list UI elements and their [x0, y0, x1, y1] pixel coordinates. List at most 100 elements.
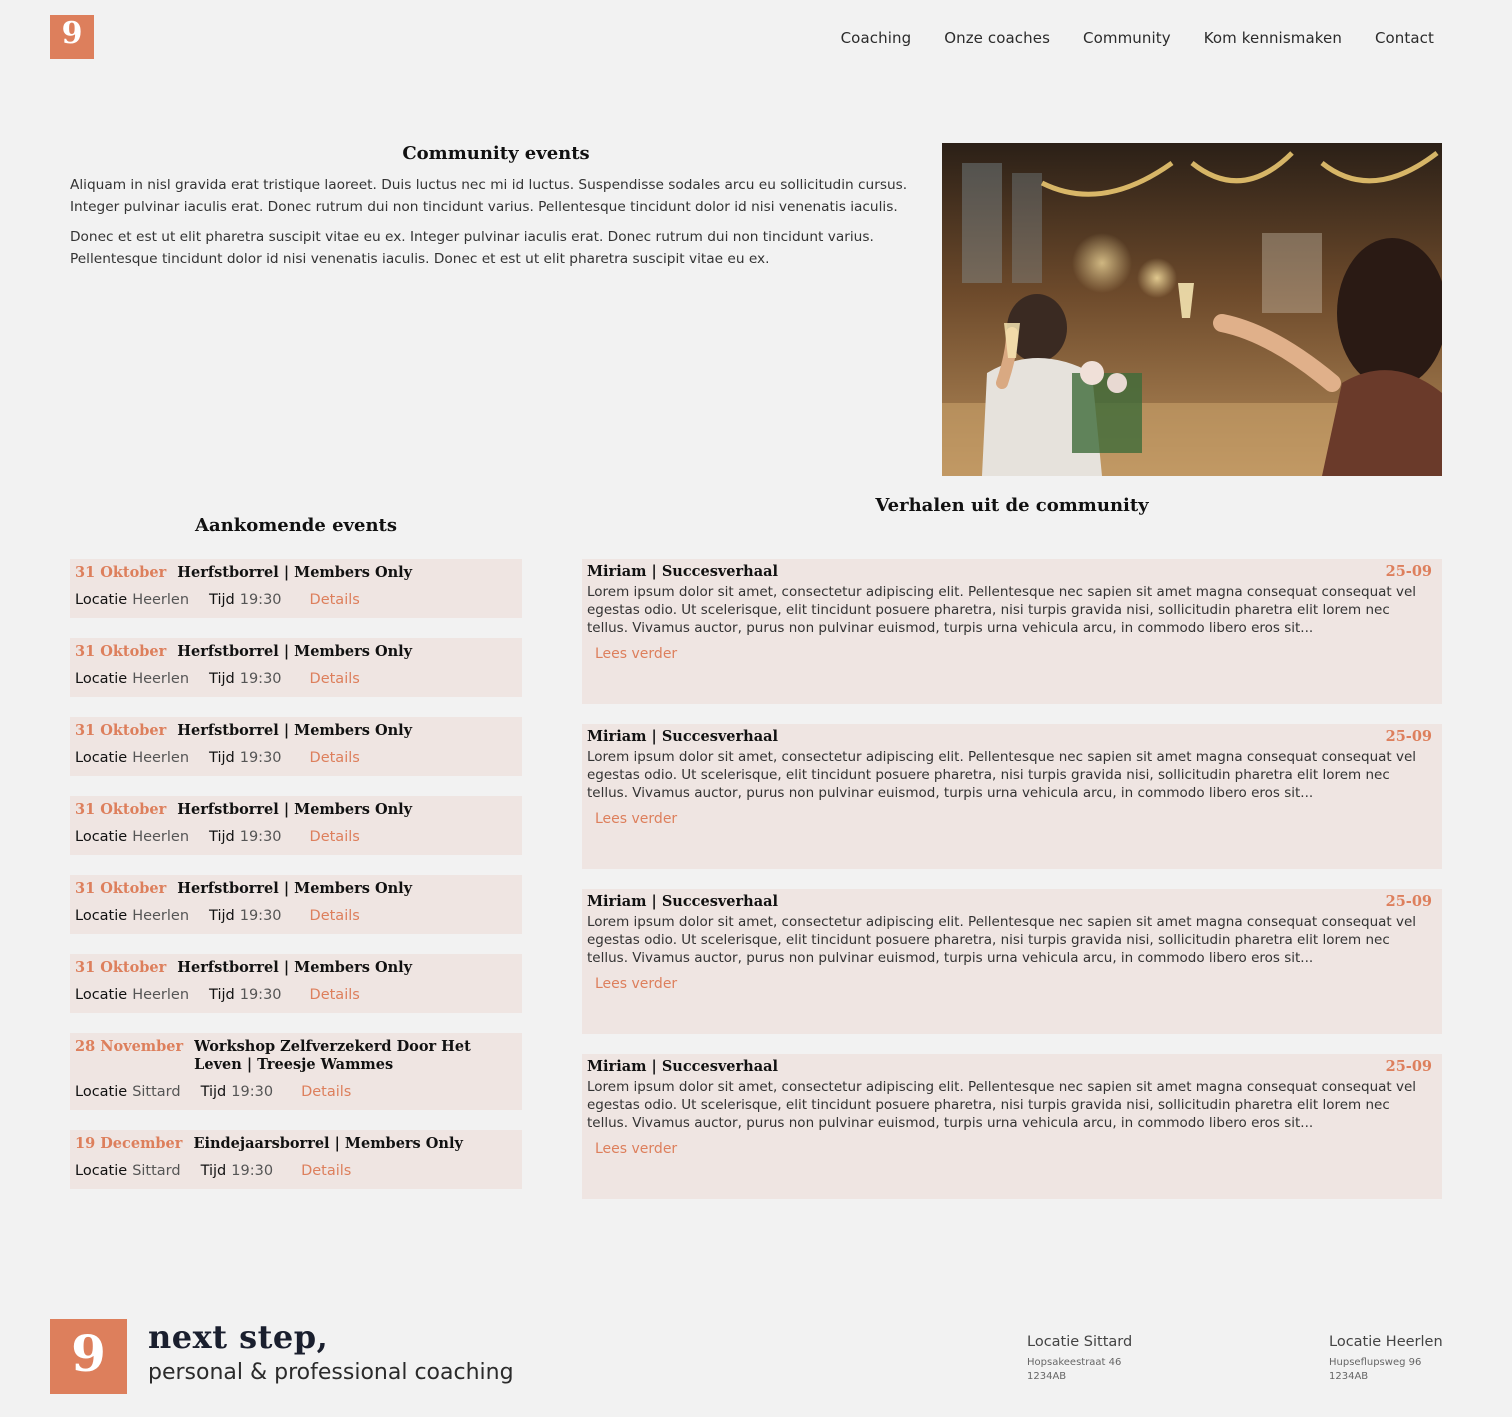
location-heerlen: Locatie Heerlen Hupseflupsweg 96 1234AB	[1329, 1334, 1443, 1384]
footer-logo[interactable]: 9	[50, 1319, 127, 1394]
event-date: 31 Oktober	[75, 801, 167, 818]
event-name: Herfstborrel | Members Only	[177, 643, 413, 660]
details-link[interactable]: Details	[310, 592, 360, 608]
story-date: 25-09	[1385, 1058, 1432, 1075]
logo-glyph: 9	[61, 16, 83, 51]
brand: next step, personal & professional coach…	[148, 1318, 514, 1385]
details-link[interactable]: Details	[310, 908, 360, 924]
event-date: 31 Oktober	[75, 880, 167, 897]
event-date: 19 December	[75, 1135, 183, 1152]
event-date: 31 Oktober	[75, 564, 167, 581]
nav-kom-kennismaken[interactable]: Kom kennismaken	[1204, 29, 1342, 47]
details-link[interactable]: Details	[310, 671, 360, 687]
time-label: Tijd	[200, 1163, 227, 1179]
event-time: 19:30	[239, 829, 282, 845]
location-label: Locatie	[75, 987, 128, 1003]
event-time: 19:30	[239, 592, 282, 608]
event-card: 31 Oktober Herfstborrel | Members Only L…	[70, 559, 522, 618]
read-more-link[interactable]: Lees verder	[595, 1141, 677, 1157]
location-zip: 1234AB	[1329, 1371, 1369, 1382]
page-title: Community events	[402, 143, 590, 164]
nav-onze-coaches[interactable]: Onze coaches	[944, 29, 1050, 47]
brand-tagline: personal & professional coaching	[148, 1360, 514, 1385]
location-zip: 1234AB	[1027, 1371, 1067, 1382]
events-title: Aankomende events	[195, 515, 397, 536]
read-more-link[interactable]: Lees verder	[595, 811, 677, 827]
story-author: Miriam | Succesverhaal	[587, 563, 779, 580]
event-time: 19:30	[231, 1163, 274, 1179]
event-date: 31 Oktober	[75, 959, 167, 976]
location-sittard: Locatie Sittard Hopsakeestraat 46 1234AB	[1027, 1334, 1132, 1384]
event-card: 28 November Workshop Zelfverzekerd Door …	[70, 1033, 522, 1110]
event-time: 19:30	[239, 908, 282, 924]
time-label: Tijd	[209, 829, 235, 845]
event-name: Workshop Zelfverzekerd Door Het Leven | …	[194, 1038, 471, 1073]
nav-contact[interactable]: Contact	[1375, 29, 1434, 47]
event-time: 19:30	[239, 750, 282, 766]
location-label: Locatie	[75, 671, 128, 687]
time-label: Tijd	[209, 750, 235, 766]
story-card: Miriam | Succesverhaal 25-09 Lorem ipsum…	[582, 724, 1442, 869]
event-name: Herfstborrel | Members Only	[177, 722, 413, 739]
details-link[interactable]: Details	[310, 987, 360, 1003]
story-author: Miriam | Succesverhaal	[587, 1058, 779, 1075]
event-time: 19:30	[239, 671, 282, 687]
location-street: Hupseflupsweg 96	[1329, 1357, 1422, 1368]
story-author: Miriam | Succesverhaal	[587, 728, 779, 745]
details-link[interactable]: Details	[310, 750, 360, 766]
story-text: Lorem ipsum dolor sit amet, consectetur …	[587, 749, 1417, 801]
details-link[interactable]: Details	[301, 1163, 351, 1179]
intro-paragraph: Donec et est ut elit pharetra suscipit v…	[70, 229, 874, 267]
event-name: Eindejaarsborrel | Members Only	[193, 1135, 463, 1152]
event-card: 31 Oktober Herfstborrel | Members Only L…	[70, 717, 522, 776]
event-card: 31 Oktober Herfstborrel | Members Only L…	[70, 796, 522, 855]
location-title: Locatie Heerlen	[1329, 1334, 1443, 1350]
location-label: Locatie	[75, 592, 128, 608]
brand-name: next step,	[148, 1318, 329, 1356]
story-card: Miriam | Succesverhaal 25-09 Lorem ipsum…	[582, 889, 1442, 1034]
location-label: Locatie	[75, 908, 128, 924]
event-name: Herfstborrel | Members Only	[177, 959, 413, 976]
story-text: Lorem ipsum dolor sit amet, consectetur …	[587, 1079, 1417, 1131]
story-card: Miriam | Succesverhaal 25-09 Lorem ipsum…	[582, 1054, 1442, 1199]
event-name: Herfstborrel | Members Only	[177, 564, 413, 581]
location-label: Locatie	[75, 1163, 128, 1179]
location-street: Hopsakeestraat 46	[1027, 1357, 1122, 1368]
read-more-link[interactable]: Lees verder	[595, 646, 677, 662]
time-label: Tijd	[209, 908, 235, 924]
event-date: 31 Oktober	[75, 722, 167, 739]
story-text: Lorem ipsum dolor sit amet, consectetur …	[587, 584, 1417, 636]
location-label: Locatie	[75, 1084, 128, 1100]
intro-section: Community events Aliquam in nisl gravida…	[70, 143, 925, 270]
details-link[interactable]: Details	[310, 829, 360, 845]
stories-list: Miriam | Succesverhaal 25-09 Lorem ipsum…	[582, 559, 1442, 1219]
nav-community[interactable]: Community	[1083, 29, 1171, 47]
event-card: 31 Oktober Herfstborrel | Members Only L…	[70, 954, 522, 1013]
location-label: Locatie	[75, 750, 128, 766]
event-card: 19 December Eindejaarsborrel | Members O…	[70, 1130, 522, 1189]
event-location: Heerlen	[132, 829, 190, 845]
story-date: 25-09	[1385, 893, 1432, 910]
time-label: Tijd	[209, 987, 235, 1003]
event-location: Sittard	[132, 1084, 181, 1100]
story-text: Lorem ipsum dolor sit amet, consectetur …	[587, 914, 1417, 966]
story-date: 25-09	[1385, 563, 1432, 580]
event-time: 19:30	[231, 1084, 274, 1100]
stories-title: Verhalen uit de community	[875, 495, 1149, 516]
nav-coaching[interactable]: Coaching	[841, 29, 912, 47]
event-card: 31 Oktober Herfstborrel | Members Only L…	[70, 638, 522, 697]
time-label: Tijd	[200, 1084, 227, 1100]
logo[interactable]: 9	[50, 15, 94, 59]
event-name: Herfstborrel | Members Only	[177, 801, 413, 818]
event-location: Heerlen	[132, 908, 190, 924]
story-author: Miriam | Succesverhaal	[587, 893, 779, 910]
time-label: Tijd	[209, 592, 235, 608]
event-location: Heerlen	[132, 987, 190, 1003]
details-link[interactable]: Details	[301, 1084, 351, 1100]
story-date: 25-09	[1385, 728, 1432, 745]
event-location: Heerlen	[132, 671, 190, 687]
read-more-link[interactable]: Lees verder	[595, 976, 677, 992]
location-label: Locatie	[75, 829, 128, 845]
main-nav: Coaching Onze coaches Community Kom kenn…	[841, 29, 1434, 47]
event-name: Herfstborrel | Members Only	[177, 880, 413, 897]
